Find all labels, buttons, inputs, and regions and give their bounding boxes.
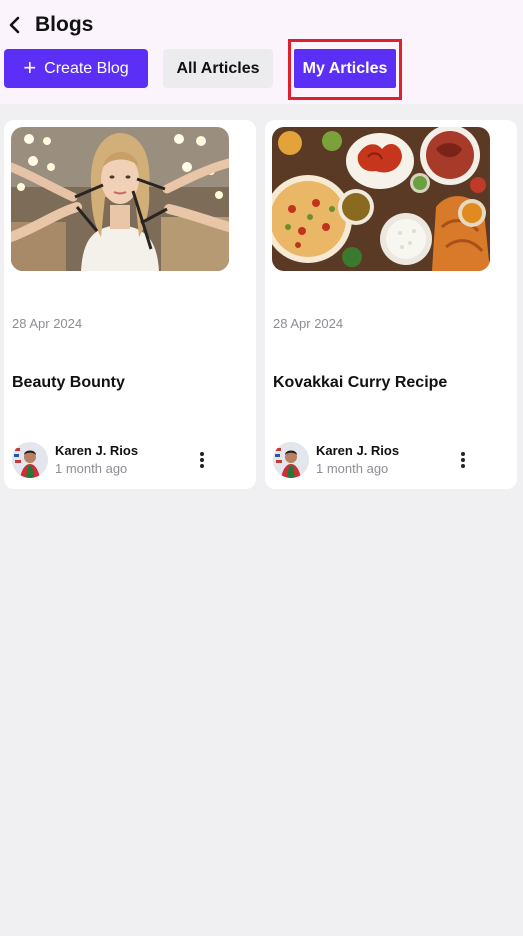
post-title[interactable]: Kovakkai Curry Recipe [273,374,447,392]
author-name: Karen J. Rios [55,443,139,458]
post-date: 28 Apr 2024 [12,316,83,331]
create-blog-button[interactable]: + Create Blog [4,49,148,88]
chevron-left-icon [9,16,20,34]
page-title: Blogs [35,13,94,36]
more-vertical-icon [200,452,204,468]
post-time-ago: 1 month ago [55,461,128,476]
post-time-ago: 1 month ago [316,461,389,476]
more-options-button[interactable] [453,450,473,470]
create-blog-label: Create Blog [44,59,129,77]
plus-icon: + [23,54,37,80]
back-button[interactable] [4,12,26,38]
post-title[interactable]: Beauty Bounty [12,374,125,392]
post-date: 28 Apr 2024 [273,316,344,331]
food-spread-photo [272,127,490,271]
tab-my-articles[interactable]: My Articles [294,49,396,88]
avatar [12,442,48,478]
more-vertical-icon [461,452,465,468]
app-header: Blogs + Create Blog All Articles My Arti… [0,0,523,104]
author-name: Karen J. Rios [316,443,400,458]
tab-all-articles[interactable]: All Articles [163,49,273,88]
more-options-button[interactable] [192,450,212,470]
avatar [273,442,309,478]
blog-card[interactable]: 28 Apr 2024 Beauty Bounty Karen J. Rios … [4,120,256,489]
makeup-photo [11,127,229,271]
blog-card[interactable]: 28 Apr 2024 Kovakkai Curry Recipe Karen … [265,120,517,489]
